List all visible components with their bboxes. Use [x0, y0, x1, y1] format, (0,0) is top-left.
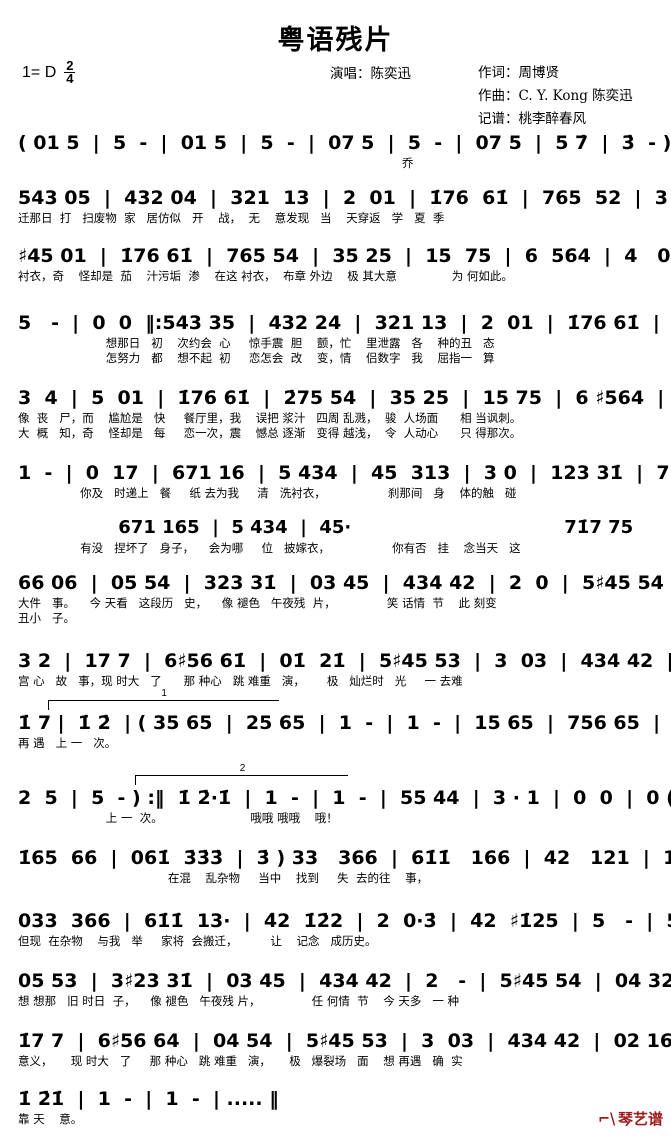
- watermark-logo-icon: ⌐\: [597, 1109, 616, 1128]
- lyric-line: 迁那日 打 扫废物 家 居仿似 开 战， 无 意发现 当 天穿返 学 夏 季: [18, 211, 445, 225]
- staff-row-11: 1̇65 66 | 061̇ 3̇3̇3̇ | 3̇ ) 33 366 | 61…: [0, 845, 671, 886]
- staff-row-7: 66 06 | 05 54 | 323 31̇ | 03 45 | 434 42…: [0, 570, 671, 626]
- lyric-line-verse2: 有没 捏坏了 身子， 会为哪 位 披嫁衣， 你有否 挂 念当天 这: [18, 541, 521, 555]
- note-line: 543 05 | 432 04 | 321 13 | 2 01 | 1̇76 6…: [18, 187, 671, 209]
- lyric-line-verse1: 上 一 次。 哦哦 哦哦 哦！: [18, 811, 338, 825]
- lyric-line-verse2: 怎努力 都 想不起 初 恋怎会 改 变，情 侣数字 我 屈指一 算: [18, 351, 495, 365]
- note-line: 1̇65 66 | 061̇ 3̇3̇3̇ | 3̇ ) 33 366 | 61…: [18, 847, 671, 869]
- staff-row-13: 05 53 | 3♯23 31̇ | 03 45 | 434 42 | 2 - …: [0, 968, 671, 1009]
- lyric-line: 乔: [18, 156, 414, 170]
- lyric-line-verse2: 丑小 子。: [18, 611, 75, 625]
- staff-row-6: 1 - | 0 17 | 671 16 | 5 434 | 45 313 | 3…: [0, 460, 671, 501]
- note-line: ( 01 5 | 5 - | 01 5 | 5 - | 07 5 | 5 - |…: [18, 132, 671, 154]
- credits-block: 作词：周博贤 作曲：C. Y. Kong 陈奕迅 记谱：桃李醉春风: [478, 62, 633, 131]
- lyric-line-verse1: 意义， 现 时大 了 那 种心 跳 难重 演， 极 爆裂场 面 想 再遇 确 实: [18, 1054, 463, 1068]
- watermark-text: 琴艺谱: [617, 1110, 663, 1128]
- staff-row-intro: ( 01 5 | 5 - | 01 5 | 5 - | 07 5 | 5 - |…: [0, 130, 671, 171]
- staff-row-8: 3 2 | 17 7 | 6♯56 61̇ | 01̇ 21̇ | 5♯45 5…: [0, 648, 671, 689]
- time-signature-denominator: 4: [66, 71, 74, 87]
- time-signature: 2 4: [64, 59, 76, 87]
- lyric-line-verse1: 宫 心 故 事，现 时大 了 那 种心 跳 难重 演， 极 灿烂时 光 一 去难: [18, 674, 463, 688]
- staff-row-4: 5 - | 0 0 ‖:543 35 | 432 24 | 321 13 | 2…: [0, 310, 671, 366]
- lyric-line-verse2: 大 概 知，奇 怪却是 每 恋一次，震 憾总 逐渐 变得 越浅， 令 人动心 只…: [18, 426, 522, 440]
- staff-row-12: 033 366 | 61̇1̇ 13· | 4̇2 1̇2̇2 | 2 0·3̇…: [0, 908, 671, 949]
- sheet-music-page: 粤语残片 1= D 2 4 演唱：陈奕迅 作词：周博贤 作曲：C. Y. Kon…: [0, 0, 671, 1139]
- key-signature: 1= D: [22, 63, 57, 81]
- lyric-line-verse1: 想那日 初 次约会 心 惊手震 胆 颤，忙 里泄露 各 种的丑 态: [18, 336, 495, 350]
- staff-row-6-alt: 671 165 | 5 434 | 45· 71̇7 75 有没 捏坏了 身子，…: [0, 515, 671, 556]
- note-line: 66 06 | 05 54 | 323 31̇ | 03 45 | 434 42…: [18, 572, 664, 594]
- note-line: 3 4 | 5 01 | 1̇76 61̇ | 2̇75 54 | 35 25 …: [18, 387, 665, 409]
- staff-row-10: 2 5 | 5 - ) :‖ 1̇ 2̇·1̇ | 1 - | 1 - | 55…: [0, 785, 671, 826]
- note-line: 1 - | 0 17 | 671 16 | 5 434 | 45 313 | 3…: [18, 462, 671, 484]
- staff-row-2: 543 05 | 432 04 | 321 13 | 2 01 | 1̇76 6…: [0, 185, 671, 226]
- lyricist-credit: 作词：周博贤: [478, 65, 559, 81]
- note-line: 1̇7 7 | 6♯56 64 | 04 54 | 5♯45 53 | 3 03…: [18, 1030, 671, 1052]
- note-line: 2 5 | 5 - ) :‖ 1̇ 2̇·1̇ | 1 - | 1 - | 55…: [18, 787, 671, 809]
- site-watermark: ⌐\ 琴艺谱: [597, 1108, 663, 1129]
- lyric-line-verse1: 像 丧 尸，而 尴尬是 快 餐厅里，我 误把 浆汁 四周 乱溅， 骏 人场面 相…: [18, 411, 522, 425]
- staff-row-5: 3 4 | 5 01 | 1̇76 61̇ | 2̇75 54 | 35 25 …: [0, 385, 671, 441]
- second-ending-bracket: 2: [135, 763, 348, 785]
- note-line-alt: 671 165 | 5 434 | 45· 71̇7 75: [18, 517, 634, 538]
- first-ending-bracket: 1: [48, 688, 279, 710]
- staff-row-9: 1̇ 7 | 1̇ 2̇ | ( 35 65 | 25 65 | 1 - | 1…: [0, 710, 671, 751]
- lyric-line-verse1: 再 遇 上 一 次。: [18, 736, 117, 750]
- note-line: 05 53 | 3♯23 31̇ | 03 45 | 434 42 | 2 - …: [18, 970, 671, 992]
- lyric-line-verse1: 但现 在杂物 与我 举 家将 会搬迁， 让 记念 成历史。: [18, 934, 377, 948]
- note-line: 1̇ 2̇1̇ | 1 - | 1 - | ..... ‖: [18, 1088, 279, 1110]
- lyric-line-verse1: 在混 乱杂物 当中 找到 失 去的往 事，: [18, 871, 429, 885]
- lyric-line-verse1: 你及 时递上 餐 纸 去为我 清 洗衬衣， 刹那间 身 体的触 碰: [18, 486, 517, 500]
- transcriber-credit: 记谱：桃李醉春风: [478, 111, 586, 127]
- note-line: 033 366 | 61̇1̇ 13· | 4̇2 1̇2̇2 | 2 0·3̇…: [18, 910, 671, 932]
- note-line: 3 2 | 17 7 | 6♯56 61̇ | 01̇ 21̇ | 5♯45 5…: [18, 650, 671, 672]
- lyric-line-verse1: 靠 天 意。: [18, 1112, 83, 1126]
- note-line: 5 - | 0 0 ‖:543 35 | 432 24 | 321 13 | 2…: [18, 312, 660, 334]
- note-line: 1̇ 7 | 1̇ 2̇ | ( 35 65 | 25 65 | 1 - | 1…: [18, 712, 661, 734]
- key-and-time-signature: 1= D 2 4: [22, 59, 76, 87]
- singer-credit: 演唱：陈奕迅: [330, 66, 411, 82]
- note-line: ♯45 01 | 1̇76 61̇ | 765 54 | 35 25 | 15 …: [18, 245, 671, 267]
- page-title: 粤语残片: [277, 25, 394, 56]
- staff-row-15: 1̇ 2̇1̇ | 1 - | 1 - | ..... ‖ 靠 天 意。: [0, 1086, 671, 1127]
- lyric-line-verse1: 大件 事。 今 天看 这段历 史， 像 褪色 午夜残 片， 笑 话情 节 此 刻…: [18, 596, 497, 610]
- staff-row-14: 1̇7 7 | 6♯56 64 | 04 54 | 5♯45 53 | 3 03…: [0, 1028, 671, 1069]
- staff-row-3: ♯45 01 | 1̇76 61̇ | 765 54 | 35 25 | 15 …: [0, 243, 671, 284]
- lyric-line: 衬衣，奇 怪却是 茄 汁污垢 渗 在这 衬衣， 布章 外边 极 其大意 为 何如…: [18, 269, 513, 283]
- composer-credit: 作曲：C. Y. Kong 陈奕迅: [478, 88, 633, 104]
- lyric-line-verse1: 想 想那 旧 时日 子， 像 褪色 午夜残 片， 任 何情 节 今 天多 一 种: [18, 994, 460, 1008]
